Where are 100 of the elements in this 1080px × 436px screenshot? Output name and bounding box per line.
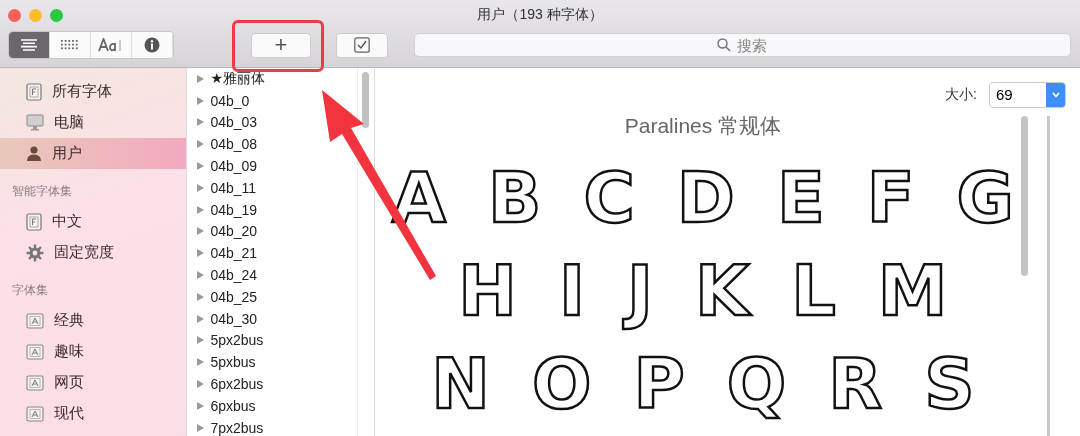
font-name: 7px2bus bbox=[210, 419, 264, 436]
font-list-item[interactable]: 04b_25 bbox=[197, 285, 258, 308]
specimen-letter: P bbox=[632, 341, 686, 427]
specimen-letter: S bbox=[923, 341, 976, 427]
sidebar-label: 固定宽度 bbox=[54, 243, 114, 262]
font-name: 04b_21 bbox=[210, 245, 258, 262]
font-name: 04b_0 bbox=[210, 92, 250, 109]
disclosure-triangle-icon[interactable] bbox=[197, 336, 205, 345]
disclosure-triangle-icon[interactable] bbox=[197, 380, 205, 389]
specimen-letter: R bbox=[827, 341, 884, 427]
font-name: 04b_03 bbox=[210, 114, 258, 131]
font-list-item[interactable]: 04b_30 bbox=[197, 307, 258, 330]
specimen-letter: Q bbox=[725, 341, 788, 427]
font-list-item[interactable]: ★雅丽体 bbox=[197, 68, 265, 90]
font-name: 5pxbus bbox=[210, 354, 256, 371]
sidebar-item[interactable]: 中文 bbox=[0, 206, 187, 237]
monitor-icon bbox=[26, 114, 44, 131]
font-name: 6pxbus bbox=[210, 397, 256, 414]
font-name: 04b_09 bbox=[210, 158, 258, 175]
gear-icon bbox=[26, 243, 44, 262]
font-list-item[interactable]: 04b_03 bbox=[197, 111, 258, 134]
disclosure-triangle-icon[interactable] bbox=[197, 401, 205, 410]
font-file-icon bbox=[26, 82, 42, 101]
font-list-item[interactable]: 5px2bus bbox=[197, 329, 264, 352]
zoom-button[interactable] bbox=[50, 8, 63, 22]
font-list-item[interactable]: 04b_24 bbox=[197, 264, 258, 286]
sidebar-label: 经典 bbox=[54, 311, 84, 330]
disclosure-triangle-icon[interactable] bbox=[197, 292, 205, 301]
font-name: 04b_24 bbox=[210, 267, 258, 284]
specimen-letter: I bbox=[557, 248, 586, 334]
disclosure-triangle-icon[interactable] bbox=[197, 162, 205, 171]
disclosure-triangle-icon[interactable] bbox=[197, 118, 205, 127]
disclosure-triangle-icon[interactable] bbox=[197, 183, 205, 192]
specimen-letter: O bbox=[530, 341, 593, 427]
font-name: 5px2bus bbox=[210, 332, 264, 349]
view-mode-button[interactable] bbox=[9, 32, 50, 58]
font-name: 6px2bus bbox=[210, 376, 264, 393]
sidebar-item[interactable]: 所有字体 bbox=[0, 76, 187, 107]
size-slider-track[interactable] bbox=[1047, 116, 1050, 436]
specimen-letter: L bbox=[790, 248, 837, 334]
disclosure-triangle-icon[interactable] bbox=[197, 205, 205, 214]
validate-button[interactable] bbox=[336, 32, 388, 58]
disclosure-triangle-icon[interactable] bbox=[197, 140, 205, 149]
close-button[interactable] bbox=[8, 8, 21, 22]
font-list-item[interactable]: 04b_0 bbox=[197, 89, 250, 112]
sidebar-item[interactable]: 经典 bbox=[0, 305, 187, 336]
font-name: 04b_25 bbox=[210, 288, 258, 305]
info-icon bbox=[144, 37, 160, 53]
sample-text-icon bbox=[98, 38, 124, 52]
disclosure-triangle-icon[interactable] bbox=[197, 271, 205, 280]
disclosure-triangle-icon[interactable] bbox=[197, 314, 205, 323]
add-button[interactable]: + bbox=[251, 32, 311, 58]
font-file-icon bbox=[26, 212, 42, 231]
list-icon bbox=[20, 39, 38, 51]
disclosure-triangle-icon[interactable] bbox=[197, 96, 205, 105]
checkbox-icon bbox=[354, 37, 370, 53]
font-list-item[interactable]: 7px2bus bbox=[197, 416, 264, 436]
font-list-item[interactable]: 5pxbus bbox=[197, 351, 256, 374]
font-name: 04b_11 bbox=[210, 179, 257, 196]
specimen-letter: H bbox=[457, 248, 518, 334]
sidebar-item[interactable]: 固定宽度 bbox=[0, 237, 187, 268]
sidebar-item[interactable]: 趣味 bbox=[0, 336, 187, 367]
grid-icon bbox=[61, 40, 79, 50]
font-list-item[interactable]: 04b_20 bbox=[197, 220, 258, 243]
specimen-letter: B bbox=[487, 155, 543, 241]
sidebar-label: 网页 bbox=[54, 373, 84, 392]
font-name: 04b_20 bbox=[210, 223, 258, 240]
font-name: ★雅丽体 bbox=[210, 69, 265, 88]
scrollbar-thumb[interactable] bbox=[1020, 116, 1028, 276]
sidebar-item[interactable]: 用户 bbox=[0, 138, 187, 169]
font-list-item[interactable]: 04b_19 bbox=[197, 198, 258, 221]
specimen-letter: D bbox=[675, 155, 736, 241]
sidebar-label: 现代 bbox=[54, 404, 84, 423]
font-list-item[interactable]: 04b_08 bbox=[197, 133, 258, 156]
disclosure-triangle-icon[interactable] bbox=[197, 358, 205, 367]
sidebar-item[interactable]: 电脑 bbox=[0, 107, 187, 138]
disclosure-triangle-icon[interactable] bbox=[197, 249, 205, 258]
sidebar-item[interactable]: 网页 bbox=[0, 367, 187, 398]
font-list-item[interactable]: 04b_21 bbox=[197, 242, 258, 265]
font-list-item[interactable]: 6pxbus bbox=[197, 394, 256, 417]
disclosure-triangle-icon[interactable] bbox=[197, 227, 205, 236]
font-name: 04b_30 bbox=[210, 310, 258, 327]
section-heading: 智能字体集 bbox=[11, 183, 73, 200]
section-heading: 字体集 bbox=[11, 282, 49, 299]
disclosure-triangle-icon[interactable] bbox=[197, 423, 205, 432]
font-collection-icon bbox=[26, 374, 44, 391]
specimen-letter: K bbox=[692, 247, 753, 336]
sidebar-label: 用户 bbox=[52, 144, 82, 163]
font-name: 04b_08 bbox=[210, 136, 258, 153]
disclosure-triangle-icon[interactable] bbox=[197, 74, 205, 83]
sidebar-item[interactable]: 现代 bbox=[0, 398, 187, 429]
person-icon bbox=[26, 146, 42, 161]
font-list-item[interactable]: 04b_11 bbox=[197, 177, 257, 199]
font-list-item[interactable]: 04b_09 bbox=[197, 155, 258, 177]
size-combo-box[interactable]: 69 bbox=[989, 82, 1066, 108]
font-name: 04b_19 bbox=[210, 201, 258, 218]
font-list-item[interactable]: 6px2bus bbox=[197, 373, 264, 395]
font-collection-icon bbox=[26, 312, 44, 329]
search-field[interactable]: 搜索 bbox=[414, 33, 1071, 57]
scrollbar-thumb[interactable] bbox=[362, 72, 370, 128]
